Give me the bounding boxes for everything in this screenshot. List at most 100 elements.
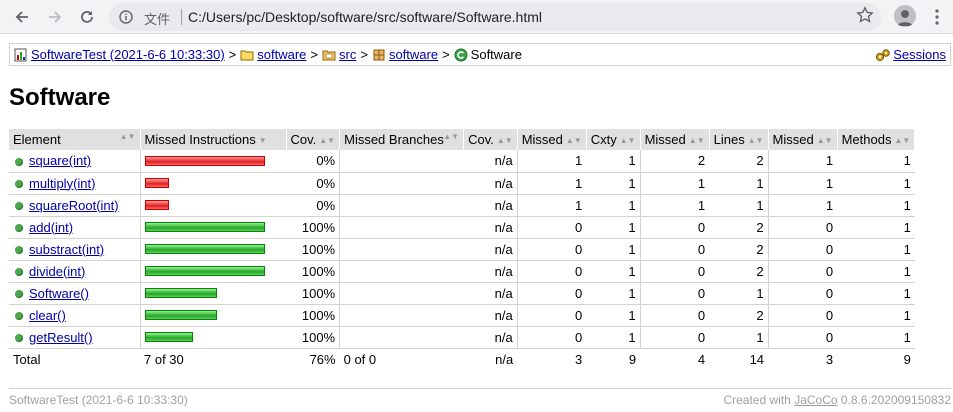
total-missed-lines: 4 <box>640 347 710 370</box>
coverage-bar <box>144 155 265 166</box>
branch-coverage-cell: n/a <box>463 326 518 349</box>
browser-toolbar: 文件 C:/Users/pc/Desktop/software/src/soft… <box>0 0 953 34</box>
info-icon[interactable] <box>119 10 133 24</box>
sort-icon: ▲▼ <box>816 136 833 146</box>
element-cell: multiply(int) <box>9 172 141 195</box>
page-title: Software <box>9 84 111 111</box>
address-bar[interactable]: 文件 C:/Users/pc/Desktop/software/src/soft… <box>109 3 881 31</box>
missed-instructions-bar-cell <box>139 238 286 261</box>
table-total-row: Total 7 of 30 76% 0 of 0 n/a 3 9 4 14 3 … <box>9 347 915 370</box>
folder-icon <box>240 48 254 62</box>
method-link[interactable]: multiply(int) <box>29 176 95 191</box>
lines-cell: 1 <box>709 282 769 305</box>
missed-branches-cell <box>339 172 464 195</box>
method-link[interactable]: squareRoot(int) <box>29 198 119 213</box>
instr-coverage-cell: 100% <box>286 304 341 327</box>
sessions-link[interactable]: Sessions <box>893 47 946 62</box>
footer-session: SoftwareTest (2021-6-6 10:33:30) <box>9 393 188 407</box>
table-row: clear() 100% n/a 0 1 0 2 0 1 <box>9 304 915 327</box>
method-link[interactable]: Software() <box>29 286 89 301</box>
missed-lines-cell: 2 <box>640 150 710 173</box>
address-scheme-label: 文件 <box>144 13 171 28</box>
column-header-missed-cxty[interactable]: Missed ▲▼ <box>517 129 587 150</box>
coverage-table-body: square(int) 0% n/a 1 1 2 2 1 1 multiply(int) 0% n/a… <box>9 150 915 349</box>
page-footer: SoftwareTest (2021-6-6 10:33:30) Created… <box>9 388 951 407</box>
element-cell: substract(int) <box>9 238 141 261</box>
missed-methods-cell: 1 <box>768 194 838 217</box>
missed-methods-cell: 0 <box>768 216 838 239</box>
table-row: squareRoot(int) 0% n/a 1 1 1 1 1 1 <box>9 194 915 217</box>
column-header-cxty[interactable]: Cxty ▲▼ <box>586 129 641 150</box>
footer-created-with: Created with <box>723 393 791 407</box>
method-link[interactable]: clear() <box>29 308 66 323</box>
cxty-cell: 1 <box>586 260 641 283</box>
element-cell: getResult() <box>9 326 141 349</box>
column-header-element[interactable]: Element ▲▼ <box>9 129 141 150</box>
class-icon <box>454 48 468 62</box>
methods-cell: 1 <box>837 304 915 327</box>
missed-methods-cell: 0 <box>768 304 838 327</box>
missed-instructions-bar-cell <box>139 150 286 173</box>
instr-coverage-cell: 0% <box>286 194 341 217</box>
instr-coverage-cell: 100% <box>286 326 341 349</box>
bookmark-star-icon[interactable] <box>856 6 874 24</box>
method-link[interactable]: square(int) <box>29 153 91 168</box>
reload-icon <box>81 11 93 23</box>
missed-lines-cell: 0 <box>640 216 710 239</box>
sort-icon: ▲▼ <box>319 136 336 146</box>
branch-coverage-cell: n/a <box>463 238 518 261</box>
missed-lines-cell: 1 <box>640 194 710 217</box>
column-header-instr-coverage[interactable]: Cov. ▲▼ <box>286 129 341 150</box>
breadcrumb-session-link[interactable]: SoftwareTest (2021-6-6 10:33:30) <box>31 47 225 62</box>
column-header-label: Cov. <box>468 132 494 147</box>
missed-methods-cell: 0 <box>768 282 838 305</box>
method-public-icon <box>15 180 23 189</box>
table-row: square(int) 0% n/a 1 1 2 2 1 1 <box>9 150 915 173</box>
column-header-lines[interactable]: Lines ▲▼ <box>709 129 769 150</box>
method-link[interactable]: substract(int) <box>29 242 104 257</box>
method-link[interactable]: add(int) <box>29 220 73 235</box>
lines-cell: 2 <box>709 260 769 283</box>
column-header-label: Element <box>13 132 61 147</box>
breadcrumb-item-project[interactable]: software <box>257 47 306 62</box>
more-menu-icon[interactable] <box>930 8 944 26</box>
lines-cell: 2 <box>709 238 769 261</box>
breadcrumb-item-package[interactable]: software <box>389 47 438 62</box>
address-url[interactable]: C:/Users/pc/Desktop/software/src/softwar… <box>188 9 542 25</box>
total-methods: 9 <box>837 347 915 370</box>
column-header-branch-coverage[interactable]: Cov. ▲▼ <box>463 129 518 150</box>
breadcrumb: SoftwareTest (2021-6-6 10:33:30) > softw… <box>9 43 951 66</box>
total-missed-cxty: 3 <box>517 347 587 370</box>
coverage-bar <box>144 266 265 276</box>
column-header-methods[interactable]: Methods ▲▼ <box>837 129 916 150</box>
method-link[interactable]: getResult() <box>29 330 93 345</box>
back-button[interactable] <box>11 6 33 28</box>
coverage-bar <box>144 310 217 320</box>
reload-button[interactable] <box>76 6 98 28</box>
method-public-icon <box>15 224 23 233</box>
missed-cxty-cell: 1 <box>517 194 587 217</box>
column-header-missed-branches[interactable]: Missed Branches ▲▼ <box>339 129 465 150</box>
missed-instructions-bar-cell <box>139 304 286 327</box>
cxty-cell: 1 <box>586 326 641 349</box>
missed-lines-cell: 1 <box>640 172 710 195</box>
column-header-missed-lines[interactable]: Missed ▲▼ <box>640 129 710 150</box>
breadcrumb-item-src[interactable]: src <box>339 47 356 62</box>
column-header-missed-methods[interactable]: Missed ▲▼ <box>768 129 838 150</box>
cxty-cell: 1 <box>586 194 641 217</box>
column-header-label: Lines <box>713 132 745 147</box>
missed-lines-cell: 0 <box>640 238 710 261</box>
profile-avatar[interactable] <box>894 5 916 27</box>
missed-methods-cell: 0 <box>768 326 838 349</box>
method-public-icon <box>15 290 23 299</box>
missed-cxty-cell: 0 <box>517 260 587 283</box>
missed-branches-cell <box>339 216 464 239</box>
element-cell: add(int) <box>9 216 141 239</box>
total-instructions: 7 of 30 <box>140 347 286 370</box>
method-public-icon <box>15 157 23 166</box>
method-link[interactable]: divide(int) <box>29 264 85 279</box>
column-header-missed-instructions[interactable]: Missed Instructions ▼ <box>140 129 287 150</box>
forward-button[interactable] <box>44 6 66 28</box>
methods-cell: 1 <box>837 194 915 217</box>
jacoco-link[interactable]: JaCoCo <box>794 393 837 407</box>
